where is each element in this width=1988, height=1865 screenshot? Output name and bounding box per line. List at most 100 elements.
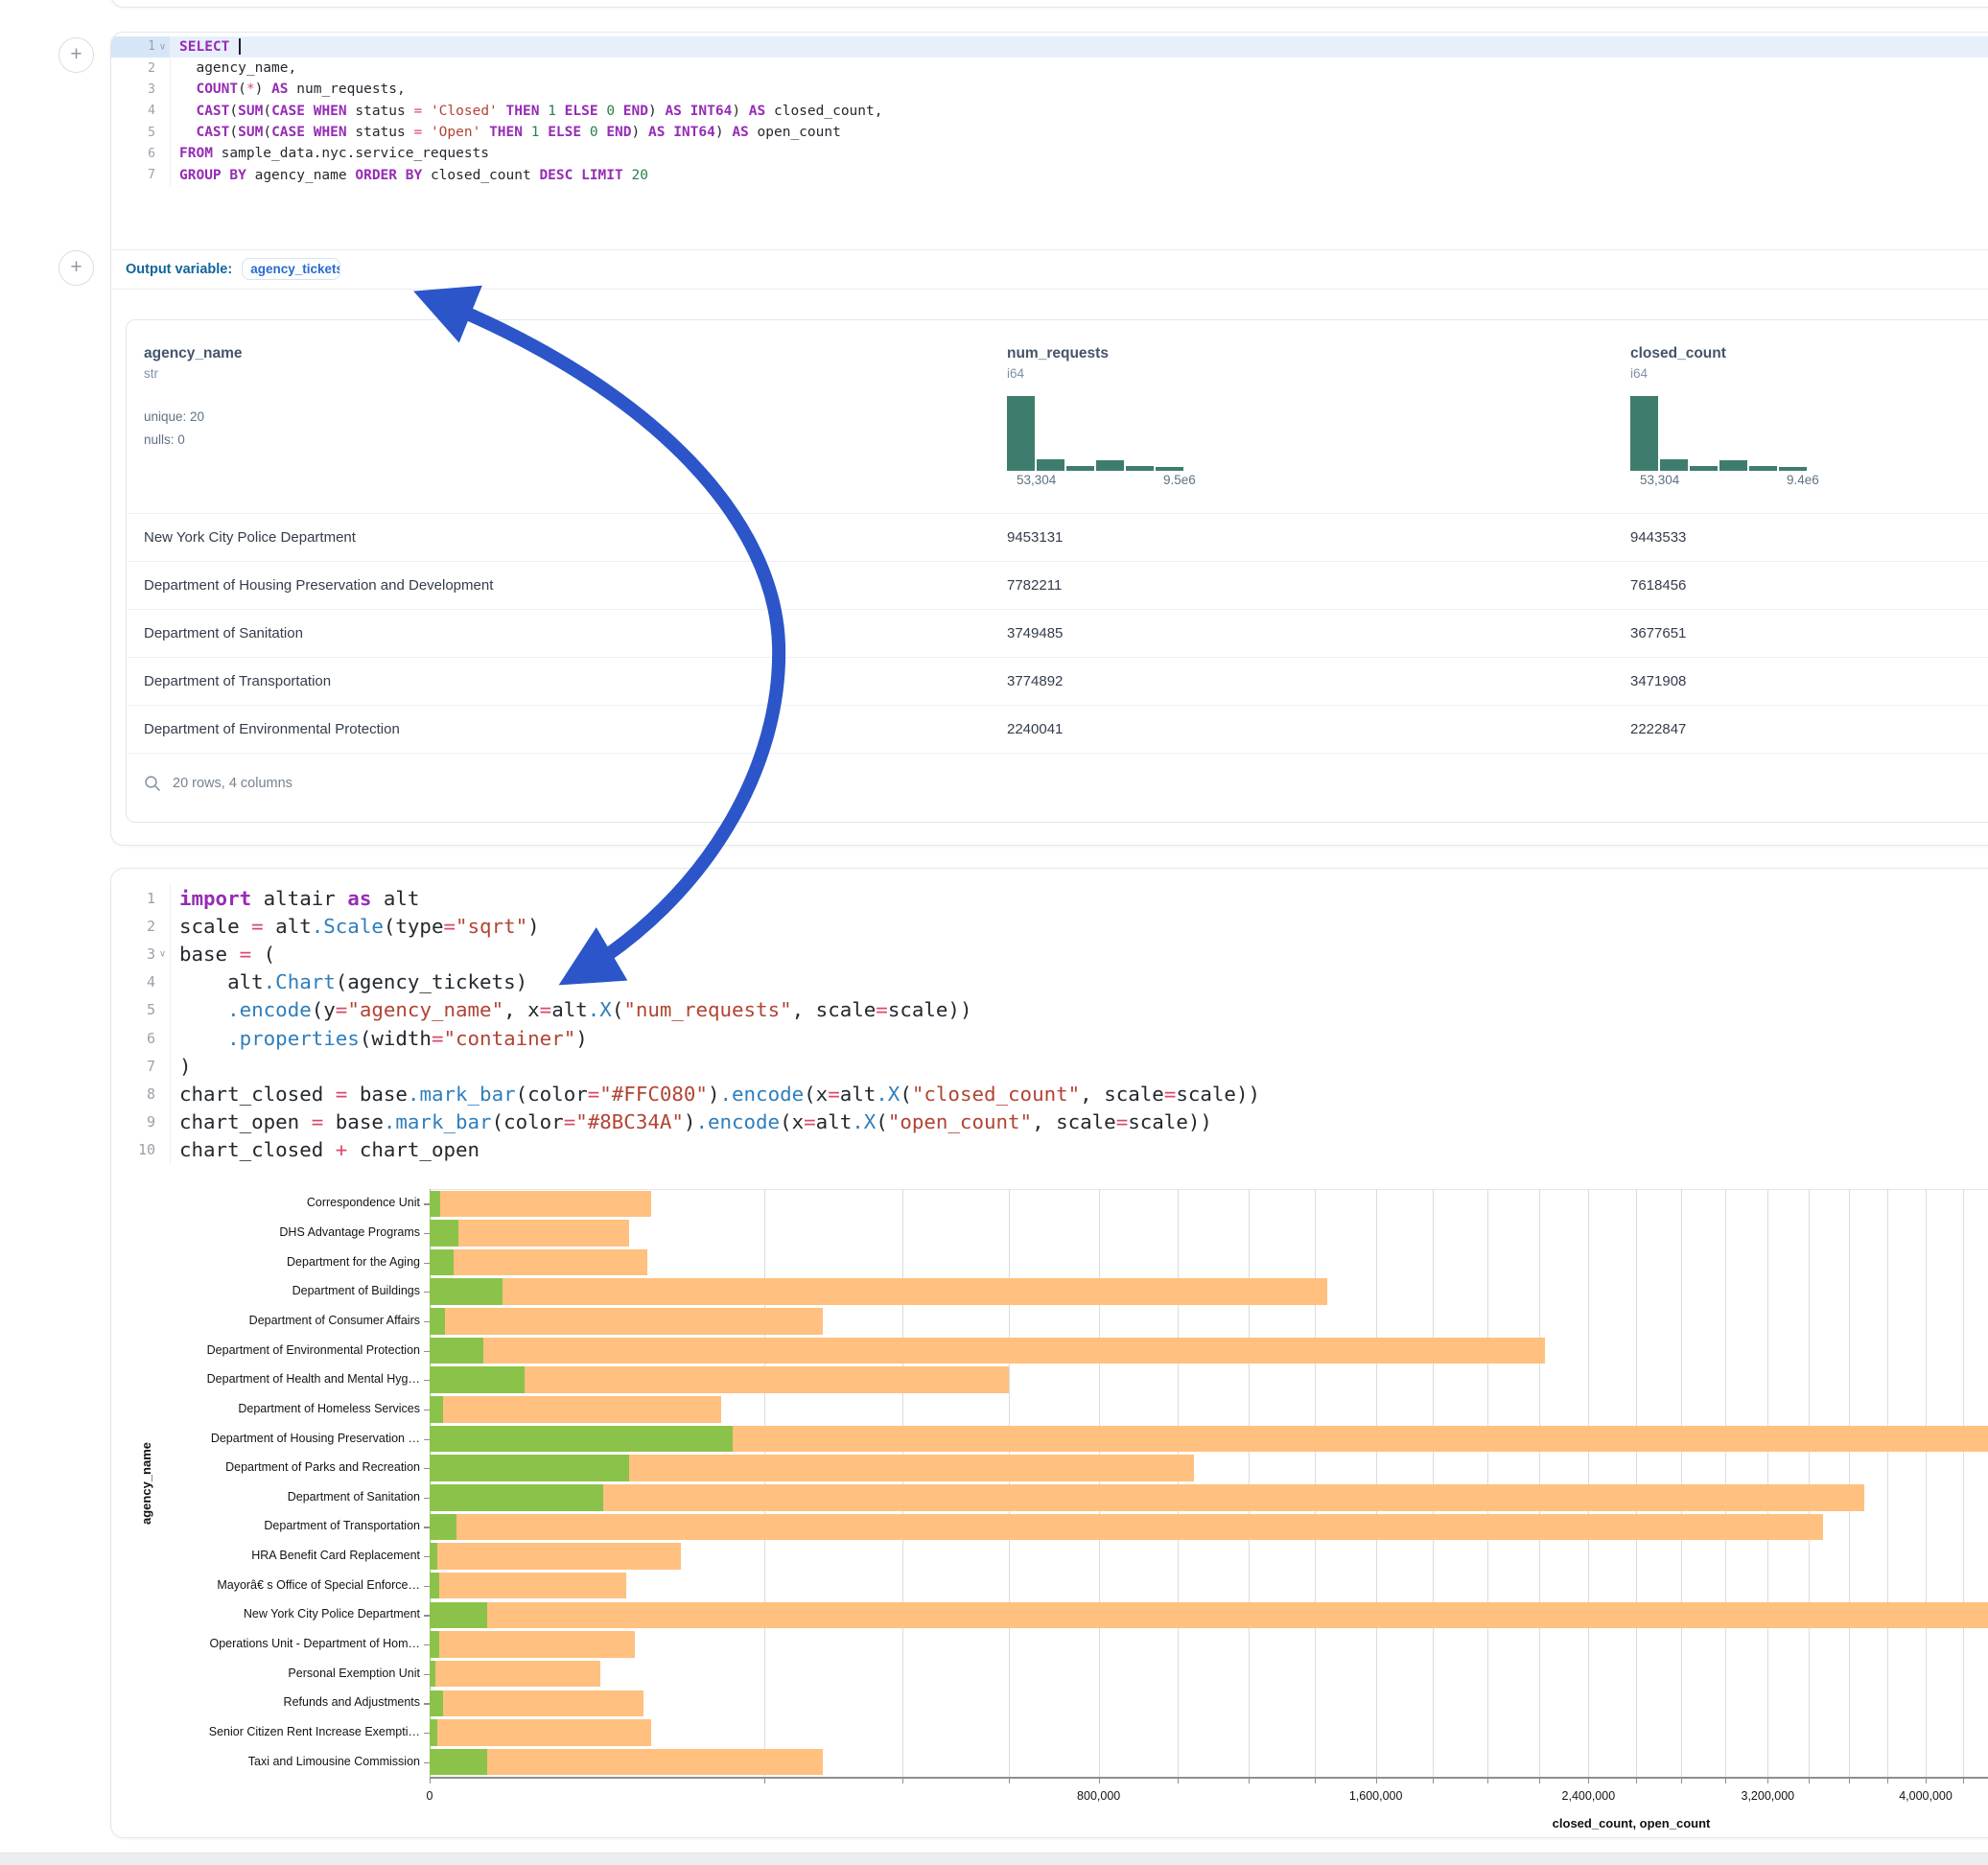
previous-cell-edge (110, 0, 1988, 8)
code-token: = (240, 943, 252, 966)
line-number-gutter: 9 (111, 1108, 171, 1136)
code-token: status (347, 125, 414, 140)
code-line[interactable]: 4 alt.Chart(agency_tickets) (111, 968, 1988, 996)
output-variable-row: Output variable: agency_tickets (111, 249, 1988, 290)
code-token: SUM (238, 104, 263, 119)
x-axis-tick (1926, 1779, 1927, 1783)
code-token: THEN (506, 104, 540, 119)
code-line-text: FROM sample_data.nyc.service_requests (171, 143, 1988, 164)
bar-open-count (430, 1661, 435, 1688)
gridline (1636, 1189, 1637, 1777)
bar-closed-count (430, 1191, 651, 1218)
histogram-max-label: 9.4e6 (1787, 473, 1819, 487)
column-type: i64 (1007, 366, 1613, 381)
code-token: alt (816, 1110, 853, 1133)
code-token (539, 104, 548, 119)
fold-chevron-icon[interactable]: ∨ (156, 948, 169, 959)
code-line[interactable]: 9chart_open = base.mark_bar(color="#8BC3… (111, 1108, 1988, 1136)
code-line[interactable]: 10chart_closed + chart_open (111, 1136, 1988, 1164)
code-token: = (804, 1110, 816, 1133)
bar-open-count (430, 1396, 443, 1423)
code-line[interactable]: 7GROUP BY agency_name ORDER BY closed_co… (111, 165, 1988, 186)
code-line[interactable]: 8chart_closed = base.mark_bar(color="#FF… (111, 1080, 1988, 1107)
code-token: closed_count, (765, 104, 882, 119)
x-axis-tick (1178, 1779, 1179, 1783)
code-token: ( (612, 998, 624, 1021)
bar-open-count (430, 1543, 437, 1570)
code-line[interactable]: 4 CAST(SUM(CASE WHEN status = 'Closed' T… (111, 101, 1988, 122)
column-header-closed_count[interactable]: closed_counti6453,3049.4e6 (1613, 320, 1988, 513)
code-line[interactable]: 6 .properties(width="container") (111, 1024, 1988, 1052)
code-line[interactable]: 2 agency_name, (111, 58, 1988, 79)
code-line[interactable]: 3 COUNT(*) AS num_requests, (111, 79, 1988, 100)
column-header-num_requests[interactable]: num_requestsi6453,3049.5e6 (990, 320, 1613, 513)
code-token: ) (575, 1027, 588, 1050)
code-token: (x (780, 1110, 804, 1133)
code-line[interactable]: 3∨base = ( (111, 940, 1988, 967)
code-token (539, 125, 548, 140)
y-axis-label: Department of Sanitation (111, 1490, 420, 1505)
gridline (1588, 1189, 1589, 1777)
code-token: alt (264, 915, 312, 938)
code-token (623, 168, 632, 183)
code-token: AS (749, 104, 765, 119)
x-axis-tick (1767, 1779, 1768, 1783)
python-cell: 1import altair as alt2scale = alt.Scale(… (110, 868, 1988, 1838)
code-line[interactable]: 5 CAST(SUM(CASE WHEN status = 'Open' THE… (111, 122, 1988, 143)
code-line[interactable]: 2scale = alt.Scale(type="sqrt") (111, 912, 1988, 940)
code-line[interactable]: 5 .encode(y="agency_name", x=alt.X("num_… (111, 996, 1988, 1024)
gridline (1099, 1189, 1100, 1777)
y-axis-label: Mayorâ€ s Office of Special Enforce… (111, 1578, 420, 1594)
python-code-editor[interactable]: 1import altair as alt2scale = alt.Scale(… (111, 869, 1988, 1164)
code-line-text: CAST(SUM(CASE WHEN status = 'Closed' THE… (171, 101, 1988, 122)
code-line-text: .encode(y="agency_name", x=alt.X("num_re… (171, 996, 1988, 1024)
code-token: SUM (238, 125, 263, 140)
code-token: GROUP (179, 168, 222, 183)
code-token: num_requests, (289, 82, 406, 97)
y-axis-label: Correspondence Unit (111, 1196, 420, 1211)
fold-chevron-icon[interactable]: ∨ (156, 41, 169, 52)
bar-closed-count (430, 1543, 681, 1570)
histogram-bar (1007, 396, 1035, 471)
code-line[interactable]: 1import altair as alt (111, 884, 1988, 912)
code-token: .encode (695, 1110, 780, 1133)
column-header-agency_name[interactable]: agency_namestrunique: 20nulls: 0 (127, 320, 990, 513)
y-axis-label: Personal Exemption Unit (111, 1667, 420, 1682)
code-line-text: scale = alt.Scale(type="sqrt") (171, 912, 1988, 940)
code-token: chart_closed (179, 1138, 336, 1161)
code-token (615, 104, 623, 119)
code-token: ORDER (355, 168, 397, 183)
code-line[interactable]: 6FROM sample_data.nyc.service_requests (111, 143, 1988, 164)
code-token: alt (179, 970, 264, 993)
add-cell-button[interactable]: + (58, 250, 94, 286)
code-line[interactable]: 7) (111, 1052, 1988, 1080)
column-stats: unique: 20nulls: 0 (144, 406, 990, 452)
table-cell: 3677651 (1613, 625, 1988, 641)
code-token: alt (551, 998, 588, 1021)
bar-open-count (430, 1514, 456, 1541)
code-token: .Chart (264, 970, 336, 993)
sql-code-editor[interactable]: 1∨SELECT 2 agency_name,3 COUNT(*) AS num… (111, 33, 1988, 249)
code-token (581, 125, 590, 140)
code-token: ( (876, 1110, 888, 1133)
table-cell: Department of Sanitation (127, 625, 990, 641)
y-axis-label: Refunds and Adjustments (111, 1695, 420, 1711)
histogram-bar (1749, 466, 1777, 471)
code-token: .X (876, 1083, 900, 1106)
code-token (556, 104, 565, 119)
table-cell: 2222847 (1613, 721, 1988, 737)
output-variable-pill[interactable]: agency_tickets (242, 258, 340, 280)
bar-closed-count (430, 1484, 1864, 1511)
code-token: = (432, 1027, 444, 1050)
code-token: ) (527, 915, 540, 938)
code-token: 0 (606, 104, 615, 119)
code-token: "open_count" (888, 1110, 1032, 1133)
code-line[interactable]: 1∨SELECT (111, 36, 1988, 58)
code-token: ) (179, 1055, 192, 1078)
add-cell-button[interactable]: + (58, 37, 94, 73)
code-token: , x (503, 998, 540, 1021)
code-token: closed_count (422, 168, 539, 183)
page-bottom-strip (0, 1853, 1988, 1865)
code-token: (color (492, 1110, 564, 1133)
search-icon[interactable] (144, 775, 161, 792)
